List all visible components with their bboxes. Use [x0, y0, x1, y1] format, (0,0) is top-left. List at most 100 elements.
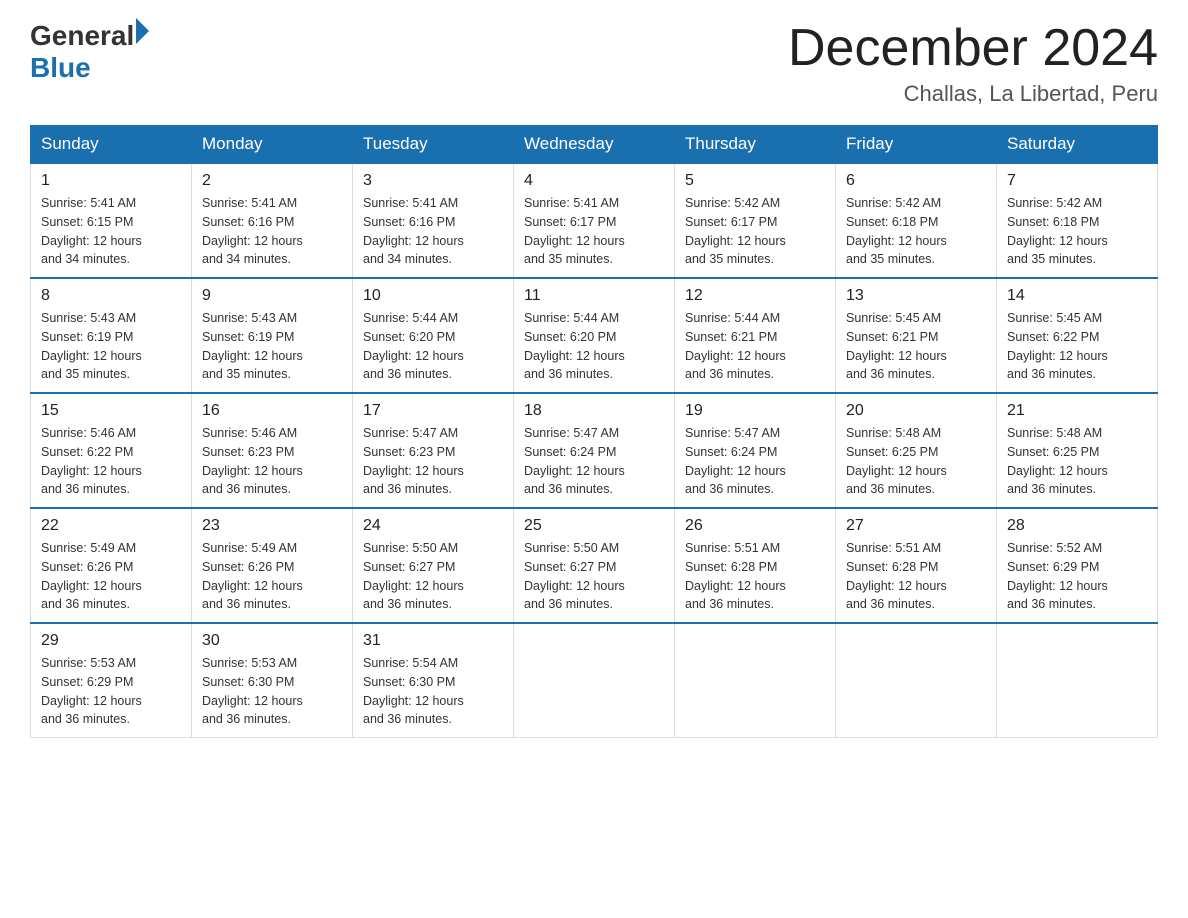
weekday-header-wednesday: Wednesday: [514, 126, 675, 164]
empty-day-cell: [997, 623, 1158, 738]
day-info: Sunrise: 5:48 AMSunset: 6:25 PMDaylight:…: [846, 424, 986, 499]
calendar-week-row: 22 Sunrise: 5:49 AMSunset: 6:26 PMDayligh…: [31, 508, 1158, 623]
calendar-day-cell: 8 Sunrise: 5:43 AMSunset: 6:19 PMDaylight…: [31, 278, 192, 393]
day-info: Sunrise: 5:41 AMSunset: 6:15 PMDaylight:…: [41, 194, 181, 269]
day-number: 26: [685, 517, 825, 535]
day-info: Sunrise: 5:51 AMSunset: 6:28 PMDaylight:…: [846, 539, 986, 614]
day-number: 21: [1007, 402, 1147, 420]
calendar-table: SundayMondayTuesdayWednesdayThursdayFrid…: [30, 125, 1158, 738]
calendar-day-cell: 17Sunrise: 5:47 AMSunset: 6:23 PMDayligh…: [353, 393, 514, 508]
empty-day-cell: [836, 623, 997, 738]
weekday-header-sunday: Sunday: [31, 126, 192, 164]
day-info: Sunrise: 5:53 AMSunset: 6:30 PMDaylight:…: [202, 654, 342, 729]
calendar-day-cell: 26Sunrise: 5:51 AMSunset: 6:28 PMDayligh…: [675, 508, 836, 623]
calendar-day-cell: 14 Sunrise: 5:45 AMSunset: 6:22 PMDayligh…: [997, 278, 1158, 393]
calendar-day-cell: 28Sunrise: 5:52 AMSunset: 6:29 PMDayligh…: [997, 508, 1158, 623]
day-number: 19: [685, 402, 825, 420]
day-info: Sunrise: 5:50 AMSunset: 6:27 PMDaylight:…: [363, 539, 503, 614]
day-info: Sunrise: 5:47 AMSunset: 6:23 PMDaylight:…: [363, 424, 503, 499]
calendar-day-cell: 31 Sunrise: 5:54 AMSunset: 6:30 PMDayligh…: [353, 623, 514, 738]
day-info: Sunrise: 5:41 AMSunset: 6:16 PMDaylight:…: [202, 194, 342, 269]
day-info: Sunrise: 5:49 AMSunset: 6:26 PMDaylight:…: [41, 539, 181, 614]
day-info: Sunrise: 5:42 AMSunset: 6:18 PMDaylight:…: [846, 194, 986, 269]
calendar-day-cell: 20 Sunrise: 5:48 AMSunset: 6:25 PMDayligh…: [836, 393, 997, 508]
day-info: Sunrise: 5:49 AMSunset: 6:26 PMDaylight:…: [202, 539, 342, 614]
day-number: 11: [524, 287, 664, 305]
day-number: 10: [363, 287, 503, 305]
day-info: Sunrise: 5:46 AMSunset: 6:23 PMDaylight:…: [202, 424, 342, 499]
calendar-day-cell: 16Sunrise: 5:46 AMSunset: 6:23 PMDayligh…: [192, 393, 353, 508]
day-info: Sunrise: 5:54 AMSunset: 6:30 PMDaylight:…: [363, 654, 503, 729]
day-info: Sunrise: 5:52 AMSunset: 6:29 PMDaylight:…: [1007, 539, 1147, 614]
day-info: Sunrise: 5:42 AMSunset: 6:17 PMDaylight:…: [685, 194, 825, 269]
weekday-header-row: SundayMondayTuesdayWednesdayThursdayFrid…: [31, 126, 1158, 164]
weekday-header-saturday: Saturday: [997, 126, 1158, 164]
day-number: 3: [363, 172, 503, 190]
calendar-day-cell: 1 Sunrise: 5:41 AMSunset: 6:15 PMDaylight…: [31, 163, 192, 278]
logo-triangle-icon: [136, 18, 149, 44]
day-info: Sunrise: 5:41 AMSunset: 6:17 PMDaylight:…: [524, 194, 664, 269]
calendar-day-cell: 2 Sunrise: 5:41 AMSunset: 6:16 PMDaylight…: [192, 163, 353, 278]
day-number: 24: [363, 517, 503, 535]
calendar-day-cell: 11 Sunrise: 5:44 AMSunset: 6:20 PMDayligh…: [514, 278, 675, 393]
day-info: Sunrise: 5:44 AMSunset: 6:21 PMDaylight:…: [685, 309, 825, 384]
calendar-day-cell: 27Sunrise: 5:51 AMSunset: 6:28 PMDayligh…: [836, 508, 997, 623]
day-number: 22: [41, 517, 181, 535]
empty-day-cell: [514, 623, 675, 738]
day-number: 20: [846, 402, 986, 420]
day-info: Sunrise: 5:47 AMSunset: 6:24 PMDaylight:…: [524, 424, 664, 499]
calendar-day-cell: 7Sunrise: 5:42 AMSunset: 6:18 PMDaylight…: [997, 163, 1158, 278]
day-number: 7: [1007, 172, 1147, 190]
day-info: Sunrise: 5:46 AMSunset: 6:22 PMDaylight:…: [41, 424, 181, 499]
calendar-day-cell: 25 Sunrise: 5:50 AMSunset: 6:27 PMDayligh…: [514, 508, 675, 623]
calendar-day-cell: 6 Sunrise: 5:42 AMSunset: 6:18 PMDaylight…: [836, 163, 997, 278]
weekday-header-monday: Monday: [192, 126, 353, 164]
calendar-day-cell: 13 Sunrise: 5:45 AMSunset: 6:21 PMDayligh…: [836, 278, 997, 393]
day-info: Sunrise: 5:45 AMSunset: 6:21 PMDaylight:…: [846, 309, 986, 384]
day-info: Sunrise: 5:44 AMSunset: 6:20 PMDaylight:…: [524, 309, 664, 384]
day-number: 4: [524, 172, 664, 190]
calendar-week-row: 8 Sunrise: 5:43 AMSunset: 6:19 PMDaylight…: [31, 278, 1158, 393]
day-number: 5: [685, 172, 825, 190]
day-number: 6: [846, 172, 986, 190]
day-info: Sunrise: 5:50 AMSunset: 6:27 PMDaylight:…: [524, 539, 664, 614]
day-info: Sunrise: 5:53 AMSunset: 6:29 PMDaylight:…: [41, 654, 181, 729]
calendar-week-row: 1 Sunrise: 5:41 AMSunset: 6:15 PMDaylight…: [31, 163, 1158, 278]
day-number: 18: [524, 402, 664, 420]
day-number: 25: [524, 517, 664, 535]
calendar-day-cell: 12Sunrise: 5:44 AMSunset: 6:21 PMDayligh…: [675, 278, 836, 393]
calendar-day-cell: 29Sunrise: 5:53 AMSunset: 6:29 PMDayligh…: [31, 623, 192, 738]
calendar-day-cell: 18 Sunrise: 5:47 AMSunset: 6:24 PMDayligh…: [514, 393, 675, 508]
day-info: Sunrise: 5:43 AMSunset: 6:19 PMDaylight:…: [202, 309, 342, 384]
day-number: 8: [41, 287, 181, 305]
day-number: 31: [363, 632, 503, 650]
page-header: General Blue December 2024 Challas, La L…: [30, 20, 1158, 107]
calendar-day-cell: 22 Sunrise: 5:49 AMSunset: 6:26 PMDayligh…: [31, 508, 192, 623]
day-number: 2: [202, 172, 342, 190]
day-info: Sunrise: 5:47 AMSunset: 6:24 PMDaylight:…: [685, 424, 825, 499]
calendar-subtitle: Challas, La Libertad, Peru: [788, 81, 1158, 107]
calendar-week-row: 29Sunrise: 5:53 AMSunset: 6:29 PMDayligh…: [31, 623, 1158, 738]
weekday-header-thursday: Thursday: [675, 126, 836, 164]
day-number: 13: [846, 287, 986, 305]
day-number: 30: [202, 632, 342, 650]
calendar-day-cell: 9 Sunrise: 5:43 AMSunset: 6:19 PMDaylight…: [192, 278, 353, 393]
day-info: Sunrise: 5:45 AMSunset: 6:22 PMDaylight:…: [1007, 309, 1147, 384]
logo-text-blue: Blue: [30, 52, 149, 84]
calendar-day-cell: 21Sunrise: 5:48 AMSunset: 6:25 PMDayligh…: [997, 393, 1158, 508]
calendar-week-row: 15Sunrise: 5:46 AMSunset: 6:22 PMDayligh…: [31, 393, 1158, 508]
calendar-day-cell: 10 Sunrise: 5:44 AMSunset: 6:20 PMDayligh…: [353, 278, 514, 393]
day-number: 9: [202, 287, 342, 305]
calendar-title: December 2024: [788, 20, 1158, 77]
calendar-day-cell: 15Sunrise: 5:46 AMSunset: 6:22 PMDayligh…: [31, 393, 192, 508]
calendar-day-cell: 24 Sunrise: 5:50 AMSunset: 6:27 PMDayligh…: [353, 508, 514, 623]
day-info: Sunrise: 5:44 AMSunset: 6:20 PMDaylight:…: [363, 309, 503, 384]
day-number: 1: [41, 172, 181, 190]
day-number: 23: [202, 517, 342, 535]
day-info: Sunrise: 5:41 AMSunset: 6:16 PMDaylight:…: [363, 194, 503, 269]
day-info: Sunrise: 5:43 AMSunset: 6:19 PMDaylight:…: [41, 309, 181, 384]
logo-text-general: General: [30, 20, 134, 52]
empty-day-cell: [675, 623, 836, 738]
weekday-header-tuesday: Tuesday: [353, 126, 514, 164]
day-number: 14: [1007, 287, 1147, 305]
